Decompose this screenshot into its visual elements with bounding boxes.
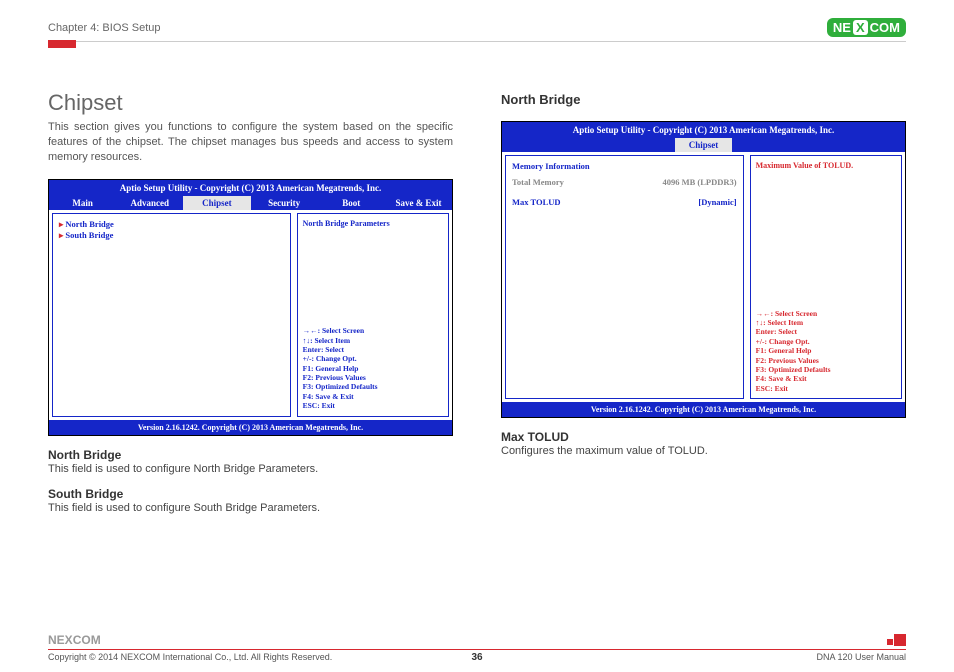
footer-copyright: Copyright © 2014 NEXCOM International Co… <box>48 652 332 662</box>
sb-desc: This field is used to configure South Br… <box>48 502 453 514</box>
footer-page-number: 36 <box>471 652 482 663</box>
bios-title-bar: Aptio Setup Utility - Copyright (C) 2013… <box>49 180 452 196</box>
bios-nav-keys: →←: Select Screen ↑↓: Select Item Enter:… <box>303 326 443 410</box>
right-title: North Bridge <box>501 92 906 107</box>
bios-chipset-screen: Aptio Setup Utility - Copyright (C) 2013… <box>48 179 453 436</box>
section-intro: This section gives you functions to conf… <box>48 120 453 165</box>
bios-title-bar-2: Aptio Setup Utility - Copyright (C) 2013… <box>502 122 905 138</box>
bios-help-text-2: Maximum Value of TOLUD. <box>756 161 896 170</box>
bios-tabs: Main Advanced Chipset Security Boot Save… <box>49 196 452 210</box>
bios-help-pane: North Bridge Parameters →←: Select Scree… <box>297 213 449 417</box>
bios-tab-boot[interactable]: Boot <box>318 196 385 210</box>
footer-logo: NEXCOM <box>48 633 906 647</box>
maxtolud-desc: Configures the maximum value of TOLUD. <box>501 445 906 457</box>
bios-item-northbridge[interactable]: ▸ North Bridge <box>59 219 284 230</box>
nb-heading: North Bridge <box>48 448 453 462</box>
chapter-label: Chapter 4: BIOS Setup <box>48 22 161 34</box>
footer-manual: DNA 120 User Manual <box>816 652 906 662</box>
mem-info-heading: Memory Information <box>512 161 737 171</box>
bios-nav-keys-2: →←: Select Screen ↑↓: Select Item Enter:… <box>756 309 896 393</box>
bios-tab-main[interactable]: Main <box>49 196 116 210</box>
mem-row-maxtolud[interactable]: Max TOLUD[Dynamic] <box>512 197 737 207</box>
bios-tab-chipset-2[interactable]: Chipset <box>675 138 733 152</box>
right-column: North Bridge Aptio Setup Utility - Copyr… <box>501 90 906 514</box>
bios-tab-chipset[interactable]: Chipset <box>183 196 250 210</box>
bios-version-bar-2: Version 2.16.1242. Copyright (C) 2013 Am… <box>502 402 905 417</box>
bios-help-text: North Bridge Parameters <box>303 219 443 228</box>
section-title: Chipset <box>48 90 453 116</box>
left-column: Chipset This section gives you functions… <box>48 90 453 514</box>
bios-version-bar: Version 2.16.1242. Copyright (C) 2013 Am… <box>49 420 452 435</box>
bios-help-pane-2: Maximum Value of TOLUD. →←: Select Scree… <box>750 155 902 399</box>
maxtolud-heading: Max TOLUD <box>501 430 906 444</box>
nb-desc: This field is used to configure North Br… <box>48 463 453 475</box>
bios-tab-advanced[interactable]: Advanced <box>116 196 183 210</box>
bios-menu-pane: ▸ North Bridge ▸ South Bridge <box>52 213 291 417</box>
page-footer: NEXCOM Copyright © 2014 NEXCOM Internati… <box>0 633 954 662</box>
bios-tab-security[interactable]: Security <box>251 196 318 210</box>
bios-northbridge-screen: Aptio Setup Utility - Copyright (C) 2013… <box>501 121 906 418</box>
bios-memory-pane: Memory Information Total Memory4096 MB (… <box>505 155 744 399</box>
brand-logo: NE X COM <box>827 18 906 37</box>
bios-tab-saveexit[interactable]: Save & Exit <box>385 196 452 210</box>
red-tab-decoration <box>48 40 76 48</box>
sb-heading: South Bridge <box>48 487 453 501</box>
bios-tabs-2: Chipset <box>502 138 905 152</box>
page-header: Chapter 4: BIOS Setup NE X COM <box>48 18 906 42</box>
mem-row-total: Total Memory4096 MB (LPDDR3) <box>512 177 737 187</box>
bios-item-southbridge[interactable]: ▸ South Bridge <box>59 230 284 241</box>
